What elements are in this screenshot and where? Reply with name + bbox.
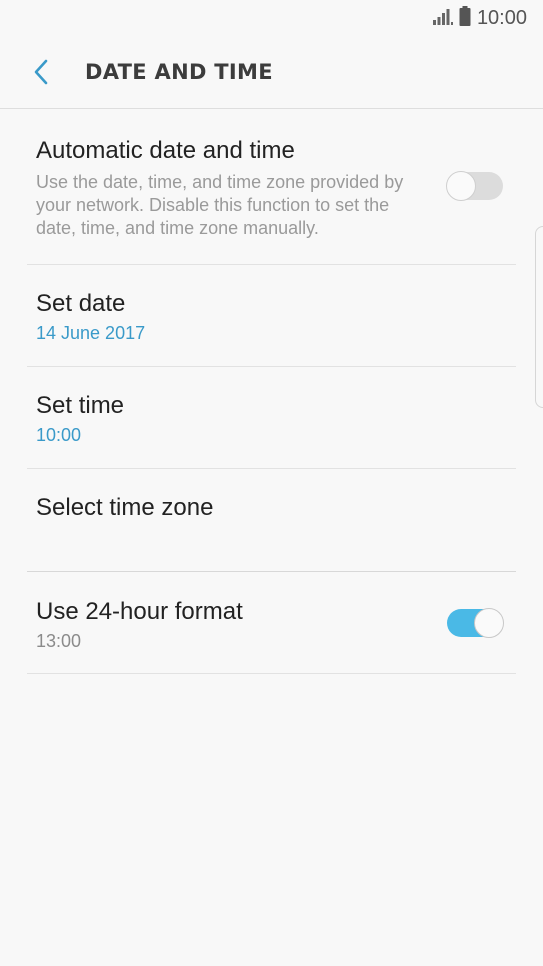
setting-title: Set date <box>36 290 126 317</box>
setting-set-time[interactable]: Set time 10:00 <box>27 367 516 469</box>
setting-value: 13:00 <box>36 631 82 651</box>
toggle-thumb <box>474 608 504 638</box>
signal-icon <box>432 7 453 29</box>
back-button[interactable] <box>26 56 58 88</box>
setting-select-time-zone[interactable]: Select time zone <box>27 469 516 572</box>
setting-automatic-date-time[interactable]: Automatic date and time Use the date, ti… <box>27 109 516 265</box>
setting-value: 14 June 2017 <box>36 323 146 343</box>
app-header: DATE AND TIME <box>0 38 543 109</box>
setting-title: Select time zone <box>36 494 214 521</box>
status-bar: 10:00 <box>0 0 543 38</box>
setting-description: Use the date, time, and time zone provid… <box>36 172 404 238</box>
24-hour-format-toggle[interactable] <box>447 608 504 638</box>
setting-set-date[interactable]: Set date 14 June 2017 <box>27 265 516 367</box>
page-title: DATE AND TIME <box>85 60 273 84</box>
setting-title: Automatic date and time <box>36 137 295 164</box>
setting-value: 10:00 <box>36 425 82 445</box>
settings-list: Automatic date and time Use the date, ti… <box>0 109 543 674</box>
battery-icon <box>459 6 471 30</box>
automatic-date-time-toggle[interactable] <box>446 171 503 201</box>
status-time: 10:00 <box>476 6 527 29</box>
setting-24-hour-format[interactable]: Use 24-hour format 13:00 <box>27 572 516 674</box>
status-indicators: 10:00 <box>432 6 527 30</box>
chevron-left-icon <box>26 59 58 92</box>
setting-title: Set time <box>36 392 125 419</box>
setting-title: Use 24-hour format <box>36 598 243 625</box>
toggle-thumb <box>446 171 476 201</box>
edge-panel-handle[interactable] <box>535 226 543 408</box>
